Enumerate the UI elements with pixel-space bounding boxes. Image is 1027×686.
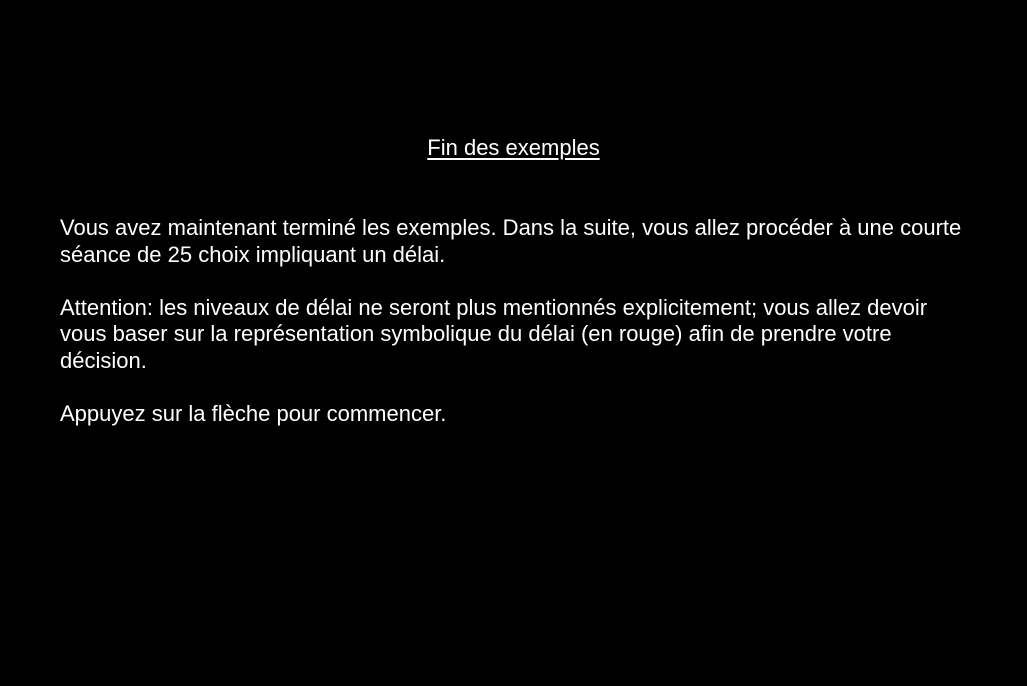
instruction-text: Vous avez maintenant terminé les exemple… (60, 215, 970, 454)
paragraph-examples-completed: Vous avez maintenant terminé les exemple… (60, 215, 962, 267)
page-title: Fin des exemples (427, 135, 600, 160)
paragraph-attention: Attention: les niveaux de délai ne seron… (60, 294, 928, 373)
instruction-screen: Fin des exemples Vous avez maintenant te… (0, 0, 1027, 686)
paragraph-press-arrow: Appuyez sur la flèche pour commencer. (60, 400, 447, 426)
